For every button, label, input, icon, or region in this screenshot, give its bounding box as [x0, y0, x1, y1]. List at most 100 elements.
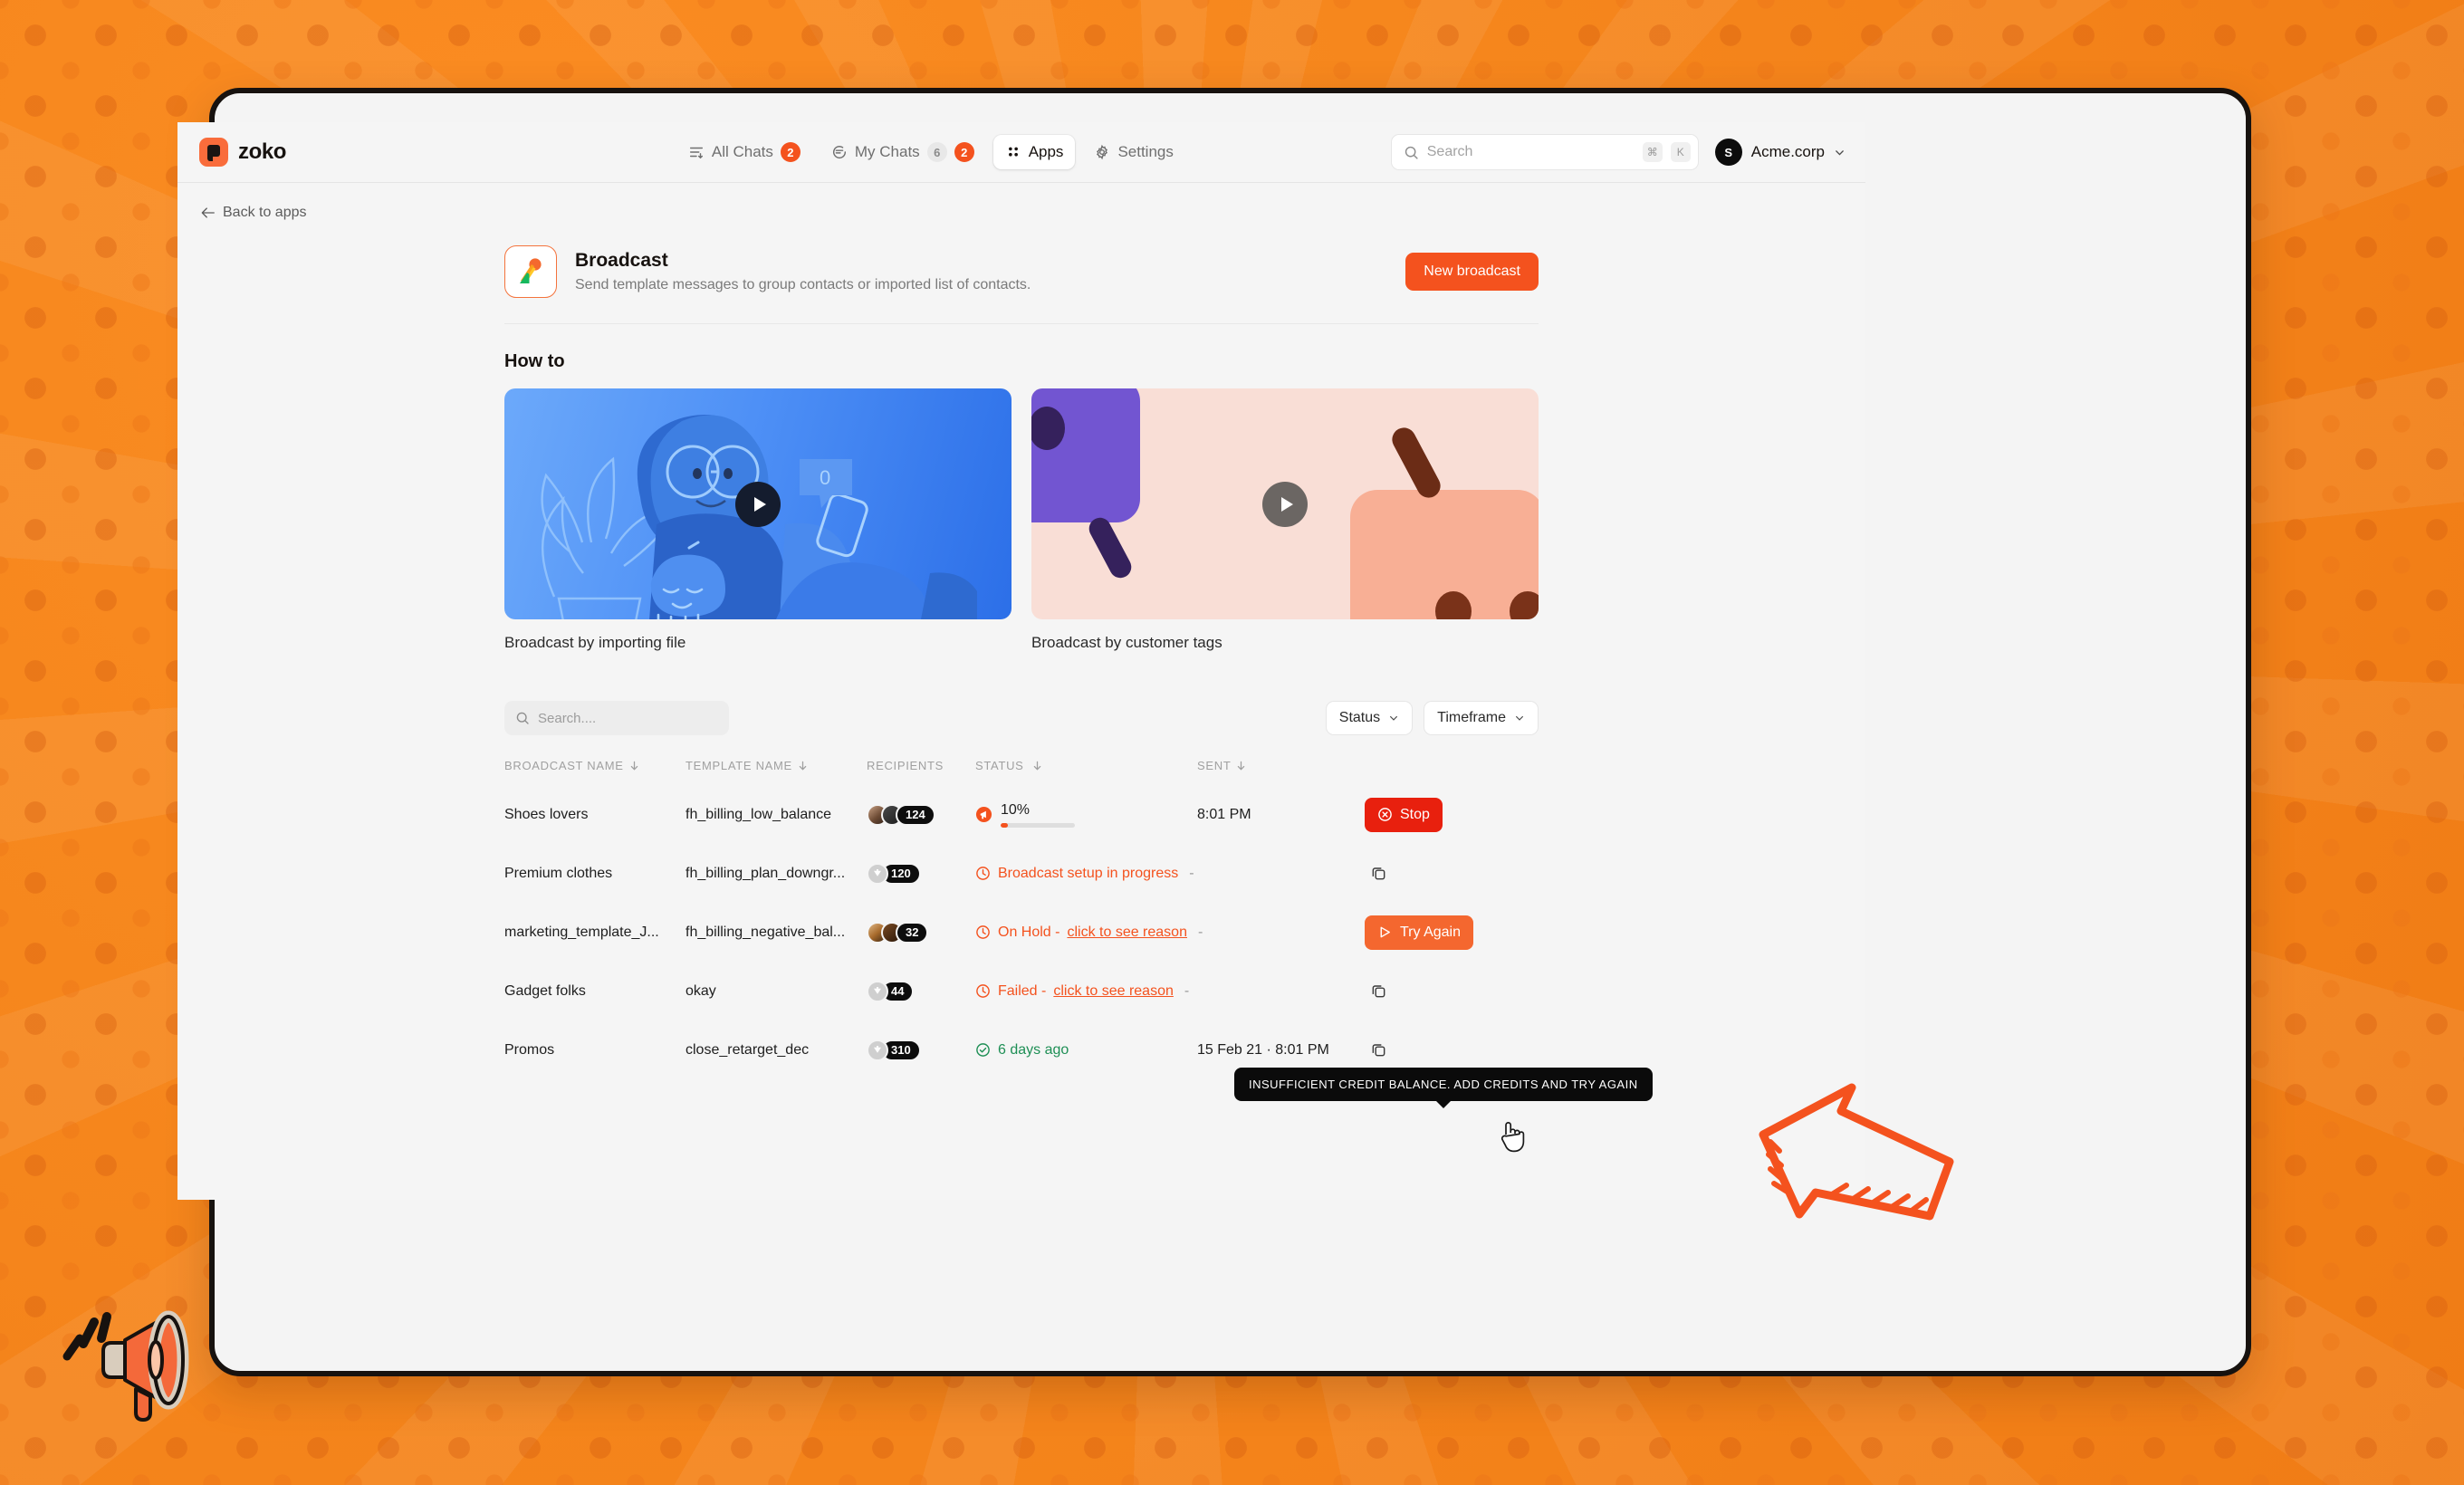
arrow-down-icon [630, 761, 638, 771]
megaphone-icon [975, 806, 992, 823]
cell-broadcast-name: Premium clothes [504, 865, 613, 881]
account-menu[interactable]: S Acme.corp [1714, 139, 1846, 166]
new-broadcast-button[interactable]: New broadcast [1405, 253, 1539, 291]
kbd-k: K [1670, 142, 1691, 162]
gear-icon [1097, 144, 1108, 160]
table-row[interactable]: Shoes lovers fh_billing_low_balance 124 [504, 785, 1539, 844]
play-button-customer-tags[interactable] [1262, 481, 1308, 527]
progress-percent: 10% [1001, 801, 1031, 818]
column-header-template-name-label: TEMPLATE NAME [686, 759, 792, 772]
cell-broadcast-name: Gadget folks [504, 982, 586, 999]
cell-action [1365, 1037, 1539, 1064]
nav-item-my-chats-badge: 2 [954, 142, 974, 162]
zoko-app: zoko All Chats 2 My Chats 6 2 Apps Setti… [177, 122, 1865, 1200]
table-row[interactable]: Gadget folks okay 44 Failed - click to s… [504, 962, 1539, 1020]
arrow-down-icon [1238, 761, 1245, 771]
cell-action [1365, 860, 1539, 887]
video-card-importing-file[interactable]: 0 Broadcast by importing file [504, 388, 1011, 652]
avatar-placeholder-icon [867, 862, 888, 885]
column-header-broadcast-name-label: BROADCAST NAME [504, 759, 624, 772]
back-to-apps-link[interactable]: Back to apps [201, 205, 307, 221]
arrow-down-icon [799, 761, 807, 771]
nav-item-all-chats[interactable]: All Chats 2 [676, 134, 812, 170]
recipient-count: 124 [896, 803, 935, 826]
global-search[interactable]: ⌘ K [1390, 134, 1699, 170]
tooltip: INSUFFICIENT CREDIT BALANCE. ADD CREDITS… [1234, 1068, 1653, 1108]
status-on-hold: On Hold - click to see reason - [975, 925, 1203, 941]
column-header-template-name[interactable]: TEMPLATE NAME [686, 759, 867, 772]
play-button-importing-file[interactable] [735, 481, 781, 527]
cell-recipients: 124 [867, 803, 975, 826]
cell-broadcast-name: marketing_template_J... [504, 924, 659, 940]
column-header-broadcast-name[interactable]: BROADCAST NAME [504, 759, 686, 772]
nav-item-all-chats-label: All Chats [711, 143, 773, 160]
brand-logo[interactable]: zoko [199, 138, 471, 167]
list-filter-icon [689, 147, 703, 159]
cell-sent: 15 Feb 21 · 8:01 PM [1197, 1041, 1329, 1058]
main-content: Broadcast Send template messages to grou… [504, 224, 1539, 1079]
broadcast-megaphone-icon [504, 245, 557, 298]
search-icon [516, 712, 529, 724]
nav-item-all-chats-badge: 2 [780, 142, 801, 162]
stop-button[interactable]: Stop [1365, 797, 1443, 832]
copy-button[interactable] [1365, 860, 1392, 887]
video-thumbnail-importing-file: 0 [504, 388, 1011, 619]
clock-icon [976, 867, 990, 880]
nav-item-my-chats[interactable]: My Chats 6 2 [820, 134, 986, 170]
see-reason-link[interactable]: click to see reason [1053, 983, 1174, 1000]
video-label-importing-file: Broadcast by importing file [504, 634, 686, 651]
avatar: S [1714, 139, 1742, 166]
table-row[interactable]: Premium clothes fh_billing_plan_downgr..… [504, 844, 1539, 903]
recipient-count: 32 [896, 921, 929, 944]
try-again-button[interactable]: Try Again [1365, 915, 1473, 950]
see-reason-link[interactable]: click to see reason [1067, 925, 1187, 941]
cell-template-name: close_retarget_dec [686, 1041, 810, 1058]
chevron-down-icon [1516, 715, 1523, 721]
page-title: Broadcast [575, 250, 668, 271]
copy-button[interactable] [1365, 1037, 1392, 1064]
avatar-placeholder-icon [867, 980, 888, 1002]
search-input[interactable] [1426, 144, 1635, 160]
app-header-text: Broadcast Send template messages to grou… [575, 250, 1387, 293]
status-trailing: - [1197, 924, 1203, 940]
cell-template-name: fh_billing_low_balance [686, 806, 832, 822]
table-row[interactable]: marketing_template_J... fh_billing_negat… [504, 903, 1539, 962]
nav-item-apps[interactable]: Apps [992, 135, 1076, 169]
check-circle-icon [976, 1043, 990, 1057]
column-header-sent[interactable]: SENT [1197, 759, 1365, 772]
clock-icon [976, 925, 990, 939]
cell-status: 10% [975, 802, 1197, 828]
broadcast-table: BROADCAST NAME TEMPLATE NAME RECIPIENTS … [504, 759, 1539, 1079]
cell-status: Failed - click to see reason - [975, 983, 1197, 1000]
column-header-status[interactable]: STATUS [975, 759, 1197, 772]
cell-status: On Hold - click to see reason - [975, 925, 1203, 941]
account-name: Acme.corp [1750, 143, 1825, 160]
cell-template-name: okay [686, 982, 716, 999]
status-filter-button[interactable]: Status [1325, 701, 1414, 735]
column-header-recipients-label: RECIPIENTS [867, 759, 944, 772]
cell-status: Broadcast setup in progress - [975, 866, 1197, 882]
broadcast-search[interactable] [504, 701, 729, 735]
status-pending: Broadcast setup in progress - [975, 866, 1194, 882]
megaphone-decoration [47, 1269, 228, 1437]
copy-button[interactable] [1365, 978, 1392, 1005]
arrow-down-icon [1033, 761, 1040, 771]
circle-x-icon [1378, 808, 1392, 821]
broadcast-search-input[interactable] [538, 710, 718, 726]
svg-text:0: 0 [820, 466, 830, 489]
cell-recipients: 44 [867, 980, 975, 1002]
nav-item-settings[interactable]: Settings [1082, 135, 1184, 169]
timeframe-filter-button[interactable]: Timeframe [1424, 701, 1539, 735]
status-text: Failed - [998, 982, 1047, 999]
status-trailing: - [1184, 982, 1190, 999]
progress-bar [1001, 822, 1075, 828]
list-toolbar: Status Timeframe [504, 701, 1539, 735]
timeframe-filter-label: Timeframe [1437, 710, 1506, 725]
nav-item-apps-label: Apps [1028, 143, 1064, 160]
page-subtitle: Send template messages to group contacts… [575, 277, 1031, 292]
column-header-status-label: STATUS [975, 759, 1024, 772]
play-icon [753, 496, 766, 512]
nav-item-settings-label: Settings [1117, 143, 1174, 160]
zoko-logo-icon [199, 138, 228, 167]
video-card-customer-tags[interactable]: Broadcast by customer tags [1031, 388, 1539, 652]
